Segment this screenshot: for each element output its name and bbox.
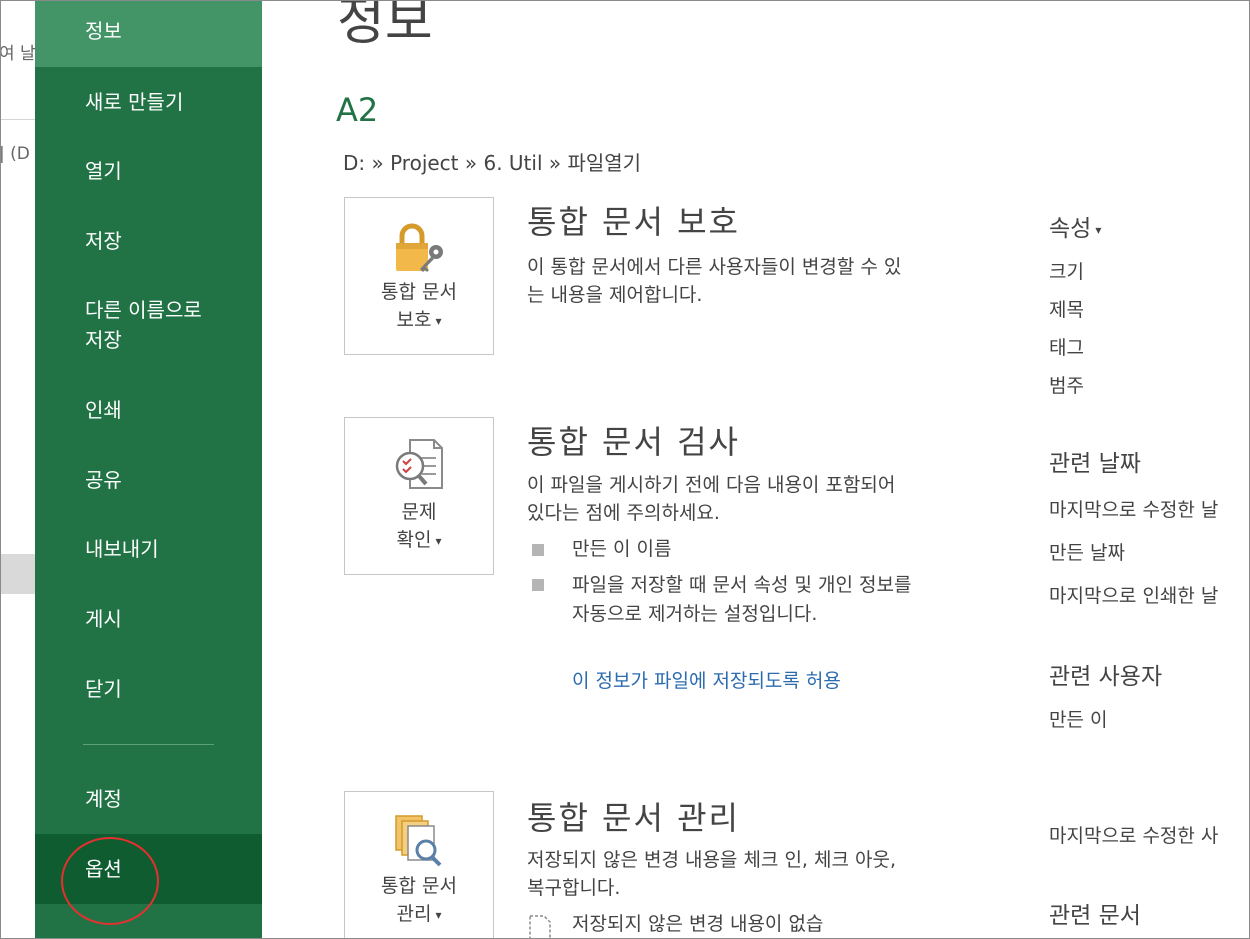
dropdown-caret-icon: ▾	[435, 533, 442, 548]
date-last-printed: 마지막으로 인쇄한 날	[1049, 585, 1219, 607]
bullet-text: 파일을 저장할 때 문서 속성 및 개인 정보를 자동으로 제거하는 설정입니다…	[572, 574, 912, 625]
check-for-issues-button-label: 문제 확인 ▾	[345, 498, 493, 555]
excel-backstage-window: 여 날 | (D 정보 새로 만들기 열기 저장 다른 이름으로 저장 인쇄 공…	[0, 0, 1250, 939]
manage-workbook-button-label: 통합 문서 관리 ▾	[345, 872, 493, 929]
property-category: 범주	[1049, 375, 1084, 397]
underlying-sheet-sliver: 여 날 | (D	[1, 1, 35, 938]
related-documents-heading: 관련 문서	[1049, 903, 1141, 929]
nav-item-save-as[interactable]: 다른 이름으로 저장	[35, 295, 262, 355]
underlying-selected-row	[1, 554, 35, 594]
nav-item-save[interactable]: 저장	[35, 226, 262, 256]
underlying-text-fragment: | (D	[1, 144, 30, 164]
document-icon	[527, 914, 553, 938]
dropdown-caret-icon: ▾	[435, 907, 442, 922]
info-page: 정보 A2 D: » Project » 6. Util » 파일열기 통합 문…	[262, 0, 1249, 938]
dropdown-caret-icon: ▾	[435, 313, 442, 328]
related-people-heading: 관련 사용자	[1049, 664, 1163, 690]
underlying-divider	[1, 119, 35, 120]
nav-item-info[interactable]: 정보	[35, 1, 262, 67]
nav-item-label: 정보	[85, 19, 122, 43]
button-label-line: 통합 문서	[381, 281, 457, 303]
nav-item-close[interactable]: 닫기	[35, 674, 262, 704]
file-path-breadcrumb[interactable]: D: » Project » 6. Util » 파일열기	[343, 147, 641, 176]
underlying-text-fragment: 여 날	[1, 44, 35, 64]
bullet-icon	[532, 544, 544, 556]
nav-item-open[interactable]: 열기	[35, 156, 262, 186]
nav-item-label: 계정	[85, 787, 122, 811]
nav-item-label: 내보내기	[85, 537, 159, 561]
page-title: 정보	[337, 0, 433, 52]
property-tags: 태그	[1049, 337, 1084, 359]
properties-heading: 속성	[1049, 216, 1092, 242]
date-created: 만든 날짜	[1049, 542, 1125, 564]
button-label-line: 확인	[396, 529, 432, 551]
section-title: 통합 문서 검사	[527, 423, 740, 461]
no-unsaved-changes-note: 저장되지 않은 변경 내용이 없습	[572, 913, 824, 935]
nav-item-new[interactable]: 새로 만들기	[35, 87, 262, 117]
section-title: 통합 문서 보호	[527, 203, 740, 241]
button-label-line: 통합 문서	[381, 875, 457, 897]
people-author: 만든 이	[1049, 709, 1108, 731]
last-modified-by: 마지막으로 수정한 사	[1049, 825, 1219, 847]
button-label-line: 관리	[396, 903, 432, 925]
nav-item-label: 게시	[85, 607, 122, 631]
highlight-circle-annotation	[61, 837, 159, 925]
nav-item-account[interactable]: 계정	[35, 784, 262, 814]
allow-save-info-link[interactable]: 이 정보가 파일에 저장되도록 허용	[572, 667, 912, 696]
property-size: 크기	[1049, 261, 1084, 283]
nav-item-publish[interactable]: 게시	[35, 604, 262, 634]
nav-item-share[interactable]: 공유	[35, 465, 262, 495]
bullet-icon	[532, 579, 544, 591]
date-last-modified: 마지막으로 수정한 날	[1049, 499, 1219, 521]
nav-item-label: 저장	[85, 229, 122, 253]
section-title: 통합 문서 관리	[527, 799, 740, 837]
nav-item-label: 새로 만들기	[85, 90, 184, 114]
nav-item-label: 공유	[85, 468, 122, 492]
backstage-nav: 정보 새로 만들기 열기 저장 다른 이름으로 저장 인쇄 공유 내보내기 게시…	[35, 1, 262, 938]
nav-item-label: 열기	[85, 159, 122, 183]
property-title: 제목	[1049, 299, 1084, 321]
inspect-document-icon	[345, 436, 493, 496]
nav-separator	[83, 744, 214, 745]
section-description: 이 파일을 게시하기 전에 다음 내용이 포함되어 있다는 점에 주의하세요.	[527, 474, 896, 524]
lock-key-icon	[345, 216, 493, 276]
button-label-line: 보호	[396, 309, 432, 331]
protect-workbook-button-label: 통합 문서 보호 ▾	[345, 278, 493, 335]
nav-item-label: 다른 이름으로 저장	[85, 298, 202, 352]
properties-dropdown[interactable]: 속성 ▾	[1049, 209, 1101, 243]
nav-item-print[interactable]: 인쇄	[35, 395, 262, 425]
section-description: 저장되지 않은 변경 내용을 체크 인, 체크 아웃, 복구합니다.	[527, 849, 896, 899]
manage-versions-icon	[345, 810, 493, 870]
manage-workbook-button[interactable]: 통합 문서 관리 ▾	[344, 791, 494, 938]
bullet-text: 만든 이 이름	[572, 538, 672, 560]
related-dates-heading: 관련 날짜	[1049, 451, 1141, 477]
nav-item-export[interactable]: 내보내기	[35, 534, 262, 564]
button-label-line: 문제	[401, 501, 437, 523]
protect-workbook-button[interactable]: 통합 문서 보호 ▾	[344, 197, 494, 355]
nav-item-label: 인쇄	[85, 398, 122, 422]
section-description: 이 통합 문서에서 다른 사용자들이 변경할 수 있는 내용을 제어합니다.	[527, 256, 902, 306]
file-name: A2	[336, 91, 379, 129]
check-for-issues-button[interactable]: 문제 확인 ▾	[344, 417, 494, 575]
chevron-down-icon: ▾	[1095, 222, 1102, 237]
nav-item-label: 닫기	[85, 677, 122, 701]
